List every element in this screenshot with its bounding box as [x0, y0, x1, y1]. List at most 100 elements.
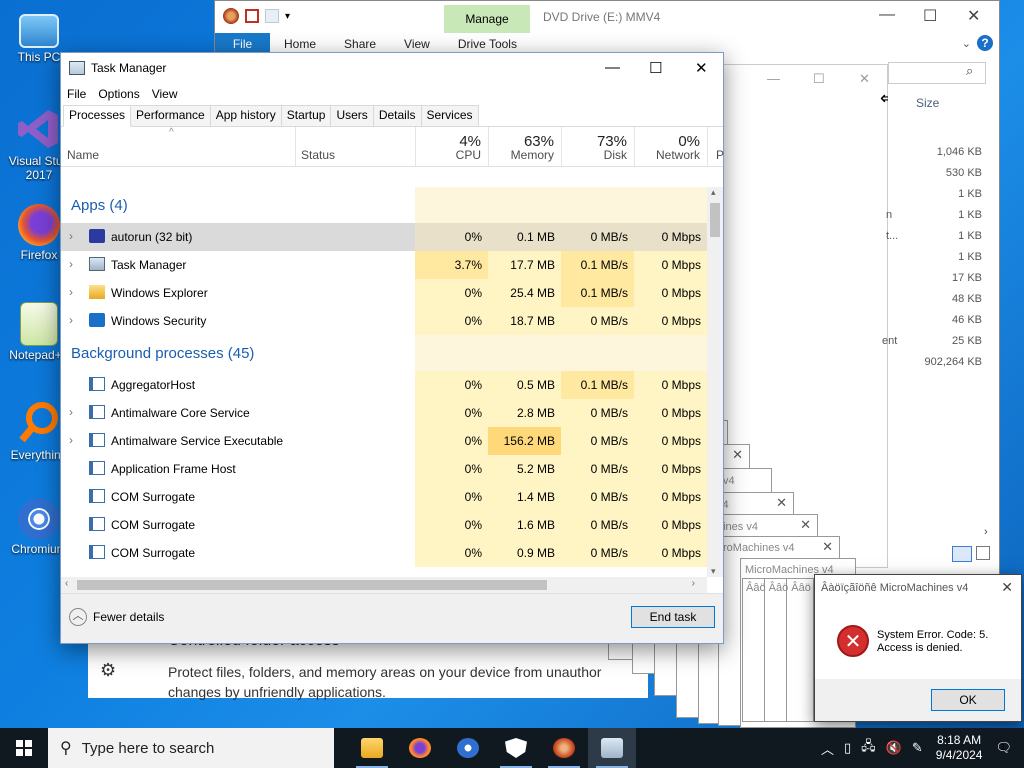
taskbar-chromium[interactable]	[444, 728, 492, 768]
process-row[interactable]: › Antimalware Service Executable 0% 156.2 M…	[61, 427, 707, 455]
scroll-right-icon[interactable]: ›	[984, 526, 988, 538]
vertical-scrollbar[interactable]: ▴ ▾	[707, 187, 723, 577]
scroll-right-icon[interactable]: ›	[692, 578, 695, 589]
close-icon[interactable]: ✕	[732, 447, 743, 463]
menu-file[interactable]: File	[67, 87, 86, 101]
gear-icon[interactable]: ⚙	[100, 660, 116, 681]
tab-startup[interactable]: Startup	[280, 105, 332, 126]
chevron-right-icon[interactable]: ›	[69, 313, 73, 327]
ribbon-tab-drive-tools[interactable]: Drive Tools	[458, 37, 517, 51]
pen-icon[interactable]: ✎	[912, 740, 923, 756]
maximize-button[interactable]: ☐	[649, 59, 662, 77]
close-button[interactable]: ✕	[1001, 579, 1013, 596]
column-headers: ^ Name Status 4% CPU 63% Memory 73% Disk…	[61, 127, 724, 167]
customize-dropdown-icon[interactable]: ▾	[285, 11, 290, 22]
process-icon	[89, 377, 105, 391]
tab-processes[interactable]: Processes	[63, 105, 132, 127]
process-row[interactable]: › Task Manager 3.7% 17.7 MB 0.1 MB/s 0 Mbps	[61, 251, 707, 279]
tab-services[interactable]: Services	[420, 105, 479, 126]
column-header-power[interactable]: P	[716, 148, 724, 162]
process-row[interactable]: Application Frame Host 0% 5.2 MB 0 MB/s 0 Mb…	[61, 455, 707, 483]
column-header-size[interactable]: Size	[916, 96, 939, 110]
process-row[interactable]: › Windows Security 0% 18.7 MB 0 MB/s 0 Mbps	[61, 307, 707, 335]
process-row[interactable]: COM Surrogate 0% 1.4 MB 0 MB/s 0 Mbps	[61, 483, 707, 511]
close-button[interactable]: ✕	[859, 71, 870, 87]
tab-users[interactable]: Users	[330, 105, 374, 126]
cell-net: 0 Mbps	[634, 371, 707, 399]
cell-disk: 0 MB/s	[561, 427, 634, 455]
large-icons-view-icon[interactable]	[976, 546, 990, 560]
process-name: COM Surrogate	[111, 518, 196, 532]
properties-icon[interactable]	[245, 9, 259, 23]
minimize-button[interactable]: —	[605, 59, 620, 76]
process-row[interactable]: › autorun (32 bit) 0% 0.1 MB 0 MB/s 0 Mbps	[61, 223, 707, 251]
column-header-name[interactable]: Name	[67, 148, 99, 162]
fewer-details-button[interactable]: ︿ Fewer details	[69, 608, 164, 626]
column-header-status[interactable]: Status	[301, 148, 335, 162]
chevron-right-icon[interactable]: ›	[69, 433, 73, 447]
chevron-right-icon[interactable]: ›	[69, 285, 73, 299]
ok-button[interactable]: OK	[931, 689, 1005, 711]
notification-icon[interactable]: 🗨 1	[995, 740, 1012, 756]
horizontal-scrollbar[interactable]: ‹ ›	[61, 577, 707, 593]
end-task-button[interactable]: End task	[631, 606, 715, 628]
maximize-button[interactable]: ☐	[813, 71, 825, 87]
chevron-up-icon[interactable]: ︿	[821, 739, 834, 758]
tab-app-history[interactable]: App history	[209, 105, 282, 126]
network-icon[interactable]: 🖧	[861, 737, 876, 759]
size-cell: 17 KB	[952, 272, 982, 284]
scroll-up-icon[interactable]: ▴	[711, 187, 716, 198]
scroll-thumb[interactable]	[77, 580, 547, 590]
chevron-right-icon[interactable]: ›	[69, 229, 73, 243]
new-folder-icon[interactable]	[265, 9, 279, 23]
task-manager-titlebar[interactable]: Task Manager — ☐ ✕	[61, 53, 723, 83]
minimize-button[interactable]: —	[879, 6, 895, 24]
process-row[interactable]: COM Surrogate 0% 0.9 MB 0 MB/s 0 Mbps	[61, 539, 707, 567]
column-header-cpu[interactable]: CPU	[415, 148, 481, 162]
taskbar-autorun[interactable]	[540, 728, 588, 768]
taskbar-windows-security[interactable]	[492, 728, 540, 768]
close-button[interactable]: ✕	[967, 6, 980, 26]
column-header-memory[interactable]: Memory	[488, 148, 554, 162]
truncated-cell: ent	[882, 335, 898, 347]
tablet-icon[interactable]: ▯	[844, 740, 851, 756]
scroll-thumb[interactable]	[710, 203, 720, 237]
size-cell: 1,046 KB	[936, 146, 982, 158]
scroll-down-icon[interactable]: ▾	[711, 566, 716, 577]
details-view-icon[interactable]	[952, 546, 972, 562]
ribbon-tab-share[interactable]: Share	[344, 37, 376, 51]
close-icon[interactable]: ✕	[822, 539, 833, 555]
tab-details[interactable]: Details	[372, 105, 422, 126]
menu-view[interactable]: View	[152, 87, 178, 101]
column-header-disk[interactable]: Disk	[561, 148, 627, 162]
tab-performance[interactable]: Performance	[130, 105, 211, 126]
ribbon-expand-icon[interactable]: ⌄	[962, 37, 971, 50]
close-button[interactable]: ✕	[695, 59, 708, 77]
chevron-right-icon[interactable]: ›	[69, 405, 73, 419]
taskbar-firefox[interactable]	[396, 728, 444, 768]
ribbon-tab-manage[interactable]: Manage	[444, 5, 530, 33]
column-header-network[interactable]: Network	[634, 148, 700, 162]
taskbar-task-manager[interactable]	[588, 728, 636, 768]
close-icon[interactable]: ✕	[776, 495, 787, 511]
process-row[interactable]: COM Surrogate 0% 1.6 MB 0 MB/s 0 Mbps	[61, 511, 707, 539]
group-title: Background processes (45)	[71, 345, 255, 362]
process-row[interactable]: AggregatorHost 0% 0.5 MB 0.1 MB/s 0 Mbps	[61, 371, 707, 399]
close-icon[interactable]: ✕	[800, 517, 811, 533]
clock[interactable]: 8:18 AM 9/4/2024	[936, 733, 983, 763]
minimize-button[interactable]: —	[767, 71, 780, 86]
start-button[interactable]	[0, 728, 48, 768]
scroll-left-icon[interactable]: ‹	[65, 578, 68, 589]
chevron-right-icon[interactable]: ›	[69, 257, 73, 271]
volume-muted-icon[interactable]: 🔇	[886, 740, 902, 756]
process-row[interactable]: › Antimalware Core Service 0% 2.8 MB 0 MB/s 0…	[61, 399, 707, 427]
menu-options[interactable]: Options	[98, 87, 139, 101]
ribbon-tab-view[interactable]: View	[404, 37, 430, 51]
taskbar-file-explorer[interactable]	[348, 728, 396, 768]
help-icon[interactable]: ?	[977, 35, 993, 51]
ribbon-tab-home[interactable]: Home	[284, 37, 316, 51]
taskbar-search[interactable]: ⚲ Type here to search	[48, 728, 334, 768]
maximize-button[interactable]: ☐	[923, 6, 937, 26]
process-name: autorun (32 bit)	[111, 230, 193, 244]
process-row[interactable]: › Windows Explorer 0% 25.4 MB 0.1 MB/s 0 Mbps	[61, 279, 707, 307]
